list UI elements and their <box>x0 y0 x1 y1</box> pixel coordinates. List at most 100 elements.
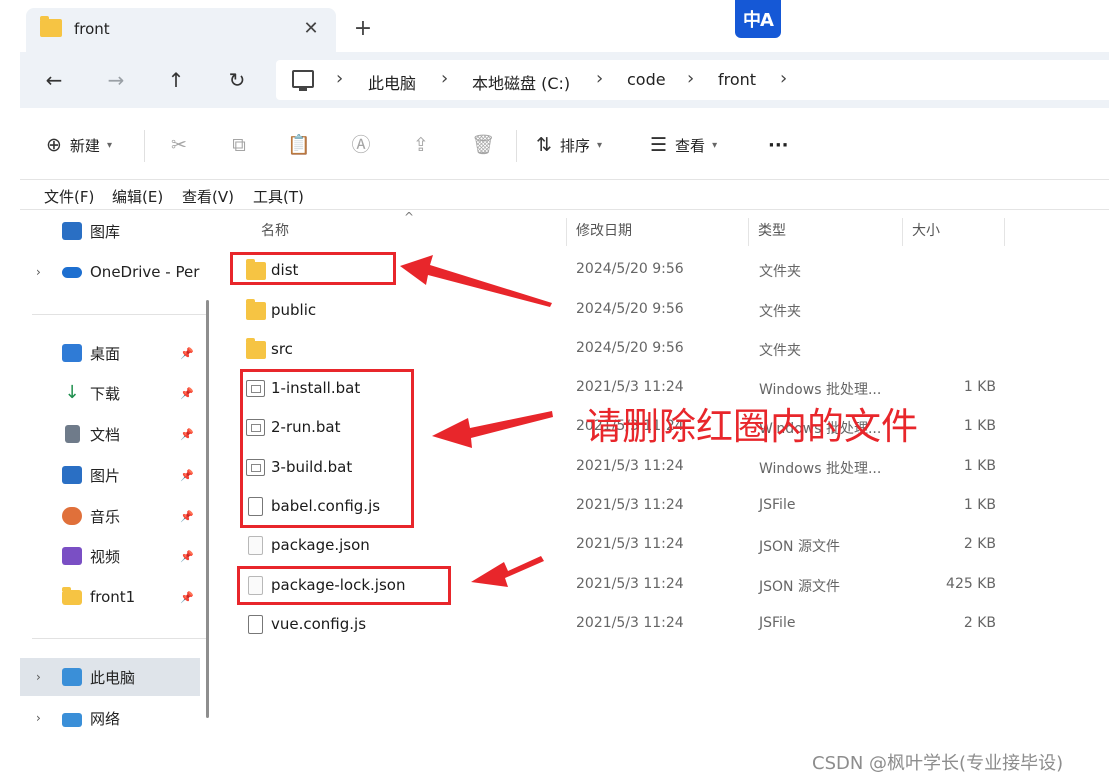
chevron-right-icon[interactable]: › <box>441 68 448 89</box>
up-button[interactable]: ↑ <box>162 66 190 94</box>
sidebar-item-music[interactable]: 音乐 📌 <box>20 497 200 535</box>
sidebar-item-label: 此电脑 <box>90 668 136 687</box>
chevron-right-icon[interactable]: › <box>687 68 694 89</box>
chevron-down-icon: ▾ <box>712 139 718 151</box>
column-divider[interactable] <box>566 218 567 246</box>
tab-bar: front ✕ + 中A <box>0 0 1109 52</box>
column-header-name[interactable]: 名称 <box>261 220 289 240</box>
music-icon <box>62 507 82 525</box>
back-button[interactable]: ← <box>40 66 68 94</box>
new-button[interactable]: ⊕ 新建 ▾ <box>46 132 112 158</box>
rename-icon[interactable]: Ⓐ <box>348 132 374 158</box>
column-header-size[interactable]: 大小 <box>912 220 940 240</box>
column-divider[interactable] <box>902 218 903 246</box>
close-tab-button[interactable]: ✕ <box>298 16 324 42</box>
pin-icon[interactable]: 📌 <box>180 428 194 441</box>
video-icon <box>62 547 82 565</box>
chevron-right-icon[interactable]: › <box>596 68 603 89</box>
sort-button[interactable]: ⇅ 排序 ▾ <box>536 132 602 158</box>
column-divider[interactable] <box>748 218 749 246</box>
file-icon <box>248 615 263 634</box>
sidebar-item-documents[interactable]: 文档 📌 <box>20 415 200 453</box>
sidebar-item-label: front1 <box>90 588 136 606</box>
sidebar-item-this-pc[interactable]: › 此电脑 <box>20 658 200 696</box>
pin-icon[interactable]: 📌 <box>180 591 194 604</box>
cloud-icon <box>62 267 82 278</box>
download-icon: ↓ <box>64 382 80 403</box>
breadcrumb-local-disk[interactable]: 本地磁盘 (C:) <box>472 70 570 94</box>
sidebar-item-desktop[interactable]: 桌面 📌 <box>20 334 200 372</box>
pin-icon[interactable]: 📌 <box>180 387 194 400</box>
cut-icon[interactable]: ✂ <box>166 132 192 158</box>
sidebar-item-gallery[interactable]: 图库 <box>20 212 200 250</box>
menu-edit[interactable]: 编辑(E) <box>112 186 163 207</box>
breadcrumb-this-pc[interactable]: 此电脑 <box>368 70 416 94</box>
new-tab-button[interactable]: + <box>350 16 376 42</box>
menu-file[interactable]: 文件(F) <box>44 186 94 207</box>
file-type: JSFile <box>759 615 796 631</box>
file-type: 文件夹 <box>759 264 801 280</box>
breadcrumb-front[interactable]: front <box>718 70 756 89</box>
sidebar-item-videos[interactable]: 视频 📌 <box>20 537 200 575</box>
sidebar-item-label: 桌面 <box>90 344 121 363</box>
sidebar-item-label: 视频 <box>90 547 121 566</box>
file-name: public <box>271 301 317 319</box>
delete-icon[interactable]: 🗑 <box>470 132 496 158</box>
chevron-right-icon[interactable]: › <box>36 711 41 725</box>
pin-icon[interactable]: 📌 <box>180 550 194 563</box>
column-header-date[interactable]: 修改日期 <box>576 220 632 240</box>
file-size: 1 KB <box>963 458 996 474</box>
file-row-vue-config-js[interactable]: vue.config.js 2021/5/3 11:24 JSFile 2 KB <box>236 607 1016 643</box>
file-type: JSON 源文件 <box>759 539 840 555</box>
forward-button[interactable]: → <box>102 66 130 94</box>
pin-icon[interactable]: 📌 <box>180 510 194 523</box>
chevron-right-icon[interactable]: › <box>336 68 343 89</box>
column-divider[interactable] <box>1004 218 1005 246</box>
share-icon[interactable]: ⇪ <box>408 132 434 158</box>
address-bar[interactable]: › 此电脑 › 本地磁盘 (C:) › code › front › <box>276 60 1109 100</box>
tab-front[interactable]: front ✕ <box>26 8 336 52</box>
sidebar-item-label: 图库 <box>90 222 121 241</box>
sort-icon: ⇅ <box>536 134 552 156</box>
divider <box>144 130 145 162</box>
plus-circle-icon: ⊕ <box>46 134 62 156</box>
sidebar-item-front1[interactable]: front1 📌 <box>20 578 200 616</box>
desktop-icon <box>62 344 82 362</box>
file-date: 2024/5/20 9:56 <box>576 261 684 277</box>
menu-tools[interactable]: 工具(T) <box>253 186 304 207</box>
tab-title: front <box>74 20 110 38</box>
navigation-bar: ← → ↑ ↻ › 此电脑 › 本地磁盘 (C:) › code › front… <box>20 52 1109 108</box>
navigation-pane: 图库 › OneDrive - Per 桌面 📌 ↓ 下载 📌 文档 📌 图片 … <box>20 210 210 781</box>
pin-icon[interactable]: 📌 <box>180 347 194 360</box>
sidebar-item-network[interactable]: › 网络 <box>20 699 200 737</box>
breadcrumb-code[interactable]: code <box>627 70 666 89</box>
network-icon <box>62 713 82 727</box>
chevron-right-icon[interactable]: › <box>36 265 41 279</box>
column-header-type[interactable]: 类型 <box>758 220 786 240</box>
file-row-public[interactable]: public 2024/5/20 9:56 文件夹 <box>236 293 1016 329</box>
paste-icon[interactable]: 📋 <box>286 132 312 158</box>
sidebar-item-label: 文档 <box>90 425 121 444</box>
file-size: 425 KB <box>946 576 996 592</box>
more-options-button[interactable]: ··· <box>768 132 789 158</box>
file-date: 2021/5/3 11:24 <box>576 458 684 474</box>
sort-button-label: 排序 <box>559 136 590 155</box>
sidebar-item-onedrive[interactable]: › OneDrive - Per <box>20 253 200 291</box>
sidebar-item-downloads[interactable]: ↓ 下载 📌 <box>20 374 200 412</box>
new-button-label: 新建 <box>69 136 100 155</box>
refresh-button[interactable]: ↻ <box>223 66 251 94</box>
file-row-package-json[interactable]: package.json 2021/5/3 11:24 JSON 源文件 2 K… <box>236 528 1016 564</box>
file-row-src[interactable]: src 2024/5/20 9:56 文件夹 <box>236 332 1016 368</box>
pin-icon[interactable]: 📌 <box>180 469 194 482</box>
view-button[interactable]: ☰ 查看 ▾ <box>650 132 717 158</box>
folder-icon <box>246 338 266 359</box>
view-list-icon: ☰ <box>650 134 668 156</box>
translate-icon[interactable]: 中A <box>735 0 781 38</box>
copy-icon[interactable]: ⧉ <box>226 132 252 158</box>
file-type: Windows 批处理... <box>759 461 882 477</box>
sidebar-item-pictures[interactable]: 图片 📌 <box>20 456 200 494</box>
chevron-right-icon[interactable]: › <box>780 68 787 89</box>
chevron-right-icon[interactable]: › <box>36 670 41 684</box>
sidebar-scrollbar[interactable] <box>206 300 209 718</box>
menu-view[interactable]: 查看(V) <box>182 186 234 207</box>
